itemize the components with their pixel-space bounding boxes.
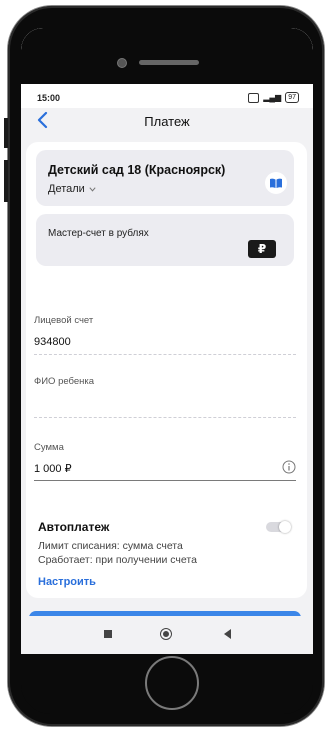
payment-form-card: Детский сад 18 (Красноярск) Детали Масте… bbox=[26, 142, 307, 598]
ruble-icon: ₽ bbox=[248, 240, 276, 258]
personal-account-label: Лицевой счет bbox=[34, 315, 94, 326]
details-toggle[interactable]: Детали bbox=[48, 183, 97, 195]
home-button[interactable] bbox=[145, 656, 199, 710]
android-navigation-bar bbox=[21, 616, 313, 654]
child-name-underline bbox=[34, 417, 296, 418]
status-icons: ▂▄▆ 97 bbox=[248, 92, 299, 103]
organization-card[interactable]: Детский сад 18 (Красноярск) Детали bbox=[36, 150, 294, 206]
personal-account-input[interactable]: 934800 bbox=[34, 336, 71, 348]
autopay-trigger: Сработает: при получении счета bbox=[38, 554, 197, 566]
child-name-label: ФИО ребенка bbox=[34, 376, 95, 387]
organization-name: Детский сад 18 (Красноярск) bbox=[48, 163, 226, 177]
personal-account-underline bbox=[34, 354, 296, 355]
amount-underline bbox=[34, 480, 296, 481]
recent-apps-icon[interactable] bbox=[104, 630, 112, 638]
volume-button bbox=[4, 118, 8, 148]
content-area: Детский сад 18 (Красноярск) Детали Масте… bbox=[21, 136, 313, 608]
child-name-input[interactable] bbox=[34, 397, 296, 413]
battery-icon: 97 bbox=[285, 92, 299, 103]
top-bezel bbox=[21, 28, 313, 84]
autopay-configure-link[interactable]: Настроить bbox=[38, 576, 96, 588]
details-label: Детали bbox=[48, 183, 85, 195]
toggle-knob bbox=[279, 521, 291, 533]
autopay-limit: Лимит списания: сумма счета bbox=[38, 540, 183, 552]
book-icon bbox=[270, 178, 282, 188]
home-icon[interactable] bbox=[160, 628, 172, 640]
power-button bbox=[4, 160, 8, 202]
autopay-title: Автоплатеж bbox=[38, 520, 110, 534]
phone-screen: 15:00 ▂▄▆ 97 Платеж Детский сад 18 (Крас… bbox=[21, 28, 313, 632]
amount-input[interactable]: 1 000 ₽ bbox=[34, 462, 72, 475]
account-selector[interactable]: Мастер-счет в рублях ₽ bbox=[36, 214, 294, 266]
status-bar: 15:00 ▂▄▆ 97 bbox=[21, 88, 313, 108]
signal-icon: ▂▄▆ bbox=[263, 93, 282, 102]
sim-icon bbox=[248, 92, 260, 103]
info-icon[interactable] bbox=[282, 460, 296, 474]
back-icon[interactable] bbox=[224, 629, 231, 639]
autopay-toggle[interactable] bbox=[266, 521, 291, 533]
front-camera bbox=[117, 58, 127, 68]
navigation-bar: Платеж bbox=[21, 108, 313, 136]
book-button[interactable] bbox=[265, 172, 287, 194]
earpiece-speaker bbox=[139, 60, 199, 65]
amount-label: Сумма bbox=[34, 442, 64, 453]
account-label: Мастер-счет в рублях bbox=[48, 228, 149, 239]
status-time: 15:00 bbox=[37, 93, 61, 103]
page-title: Платеж bbox=[144, 114, 190, 129]
chevron-down-icon bbox=[89, 186, 96, 192]
